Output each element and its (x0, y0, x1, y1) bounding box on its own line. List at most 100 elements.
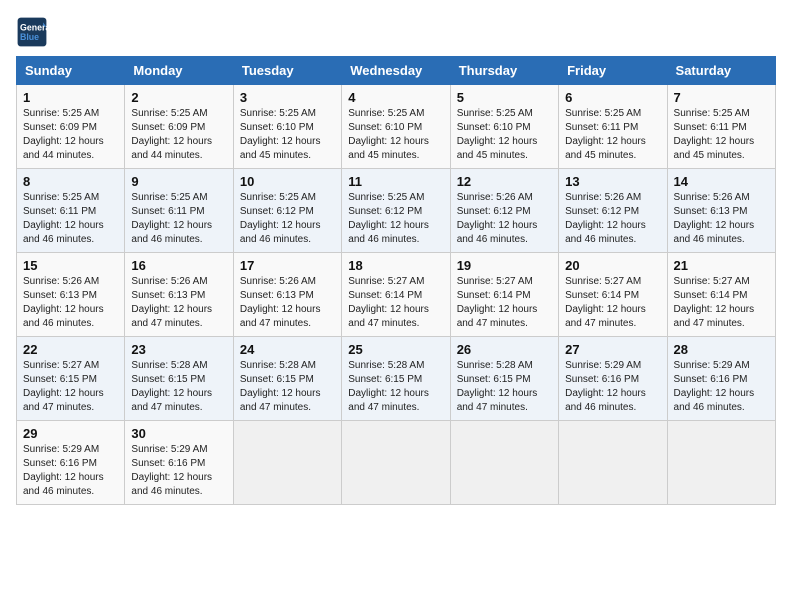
day-number: 10 (240, 174, 335, 189)
calendar-cell: 23 Sunrise: 5:28 AM Sunset: 6:15 PM Dayl… (125, 337, 233, 421)
calendar-cell: 25 Sunrise: 5:28 AM Sunset: 6:15 PM Dayl… (342, 337, 450, 421)
calendar-header: SundayMondayTuesdayWednesdayThursdayFrid… (17, 57, 776, 85)
calendar-cell: 5 Sunrise: 5:25 AM Sunset: 6:10 PM Dayli… (450, 85, 558, 169)
day-info: Sunrise: 5:26 AM Sunset: 6:13 PM Dayligh… (240, 275, 335, 331)
calendar-cell: 14 Sunrise: 5:26 AM Sunset: 6:13 PM Dayl… (667, 169, 775, 253)
calendar-cell: 15 Sunrise: 5:26 AM Sunset: 6:13 PM Dayl… (17, 253, 125, 337)
calendar-week-row: 15 Sunrise: 5:26 AM Sunset: 6:13 PM Dayl… (17, 253, 776, 337)
day-number: 13 (565, 174, 660, 189)
weekday-header: Sunday (17, 57, 125, 85)
calendar-cell: 20 Sunrise: 5:27 AM Sunset: 6:14 PM Dayl… (559, 253, 667, 337)
calendar-cell (342, 421, 450, 505)
calendar-cell: 24 Sunrise: 5:28 AM Sunset: 6:15 PM Dayl… (233, 337, 341, 421)
day-number: 8 (23, 174, 118, 189)
day-info: Sunrise: 5:27 AM Sunset: 6:14 PM Dayligh… (565, 275, 660, 331)
day-number: 7 (674, 90, 769, 105)
day-info: Sunrise: 5:25 AM Sunset: 6:12 PM Dayligh… (240, 191, 335, 247)
day-info: Sunrise: 5:25 AM Sunset: 6:10 PM Dayligh… (240, 107, 335, 163)
weekday-header: Tuesday (233, 57, 341, 85)
calendar-cell: 3 Sunrise: 5:25 AM Sunset: 6:10 PM Dayli… (233, 85, 341, 169)
day-number: 17 (240, 258, 335, 273)
day-number: 22 (23, 342, 118, 357)
weekday-header: Wednesday (342, 57, 450, 85)
day-info: Sunrise: 5:27 AM Sunset: 6:14 PM Dayligh… (674, 275, 769, 331)
calendar-week-row: 8 Sunrise: 5:25 AM Sunset: 6:11 PM Dayli… (17, 169, 776, 253)
day-number: 21 (674, 258, 769, 273)
calendar-cell: 8 Sunrise: 5:25 AM Sunset: 6:11 PM Dayli… (17, 169, 125, 253)
day-number: 12 (457, 174, 552, 189)
calendar-week-row: 1 Sunrise: 5:25 AM Sunset: 6:09 PM Dayli… (17, 85, 776, 169)
svg-text:Blue: Blue (20, 32, 39, 42)
day-number: 14 (674, 174, 769, 189)
day-number: 1 (23, 90, 118, 105)
day-info: Sunrise: 5:25 AM Sunset: 6:10 PM Dayligh… (348, 107, 443, 163)
day-number: 29 (23, 426, 118, 441)
day-number: 20 (565, 258, 660, 273)
calendar-cell: 12 Sunrise: 5:26 AM Sunset: 6:12 PM Dayl… (450, 169, 558, 253)
calendar-cell: 29 Sunrise: 5:29 AM Sunset: 6:16 PM Dayl… (17, 421, 125, 505)
calendar-cell: 18 Sunrise: 5:27 AM Sunset: 6:14 PM Dayl… (342, 253, 450, 337)
day-number: 3 (240, 90, 335, 105)
day-info: Sunrise: 5:25 AM Sunset: 6:12 PM Dayligh… (348, 191, 443, 247)
calendar-cell: 9 Sunrise: 5:25 AM Sunset: 6:11 PM Dayli… (125, 169, 233, 253)
calendar-week-row: 29 Sunrise: 5:29 AM Sunset: 6:16 PM Dayl… (17, 421, 776, 505)
day-info: Sunrise: 5:29 AM Sunset: 6:16 PM Dayligh… (131, 443, 226, 499)
day-info: Sunrise: 5:25 AM Sunset: 6:11 PM Dayligh… (23, 191, 118, 247)
day-number: 18 (348, 258, 443, 273)
weekday-header: Saturday (667, 57, 775, 85)
calendar: SundayMondayTuesdayWednesdayThursdayFrid… (16, 56, 776, 505)
day-number: 9 (131, 174, 226, 189)
logo-icon: General Blue (16, 16, 48, 48)
day-info: Sunrise: 5:28 AM Sunset: 6:15 PM Dayligh… (457, 359, 552, 415)
day-number: 28 (674, 342, 769, 357)
day-info: Sunrise: 5:25 AM Sunset: 6:09 PM Dayligh… (23, 107, 118, 163)
calendar-cell: 28 Sunrise: 5:29 AM Sunset: 6:16 PM Dayl… (667, 337, 775, 421)
calendar-cell (559, 421, 667, 505)
day-number: 5 (457, 90, 552, 105)
day-info: Sunrise: 5:29 AM Sunset: 6:16 PM Dayligh… (565, 359, 660, 415)
day-info: Sunrise: 5:29 AM Sunset: 6:16 PM Dayligh… (674, 359, 769, 415)
day-info: Sunrise: 5:26 AM Sunset: 6:12 PM Dayligh… (565, 191, 660, 247)
day-info: Sunrise: 5:26 AM Sunset: 6:12 PM Dayligh… (457, 191, 552, 247)
logo: General Blue (16, 16, 52, 48)
day-info: Sunrise: 5:25 AM Sunset: 6:11 PM Dayligh… (131, 191, 226, 247)
calendar-cell: 6 Sunrise: 5:25 AM Sunset: 6:11 PM Dayli… (559, 85, 667, 169)
day-number: 11 (348, 174, 443, 189)
calendar-cell: 22 Sunrise: 5:27 AM Sunset: 6:15 PM Dayl… (17, 337, 125, 421)
day-number: 2 (131, 90, 226, 105)
day-info: Sunrise: 5:28 AM Sunset: 6:15 PM Dayligh… (240, 359, 335, 415)
weekday-header: Thursday (450, 57, 558, 85)
calendar-cell: 13 Sunrise: 5:26 AM Sunset: 6:12 PM Dayl… (559, 169, 667, 253)
day-number: 19 (457, 258, 552, 273)
calendar-cell (233, 421, 341, 505)
day-info: Sunrise: 5:26 AM Sunset: 6:13 PM Dayligh… (23, 275, 118, 331)
day-number: 4 (348, 90, 443, 105)
calendar-cell: 7 Sunrise: 5:25 AM Sunset: 6:11 PM Dayli… (667, 85, 775, 169)
calendar-cell: 19 Sunrise: 5:27 AM Sunset: 6:14 PM Dayl… (450, 253, 558, 337)
day-number: 30 (131, 426, 226, 441)
day-number: 23 (131, 342, 226, 357)
calendar-cell: 4 Sunrise: 5:25 AM Sunset: 6:10 PM Dayli… (342, 85, 450, 169)
calendar-cell: 26 Sunrise: 5:28 AM Sunset: 6:15 PM Dayl… (450, 337, 558, 421)
calendar-cell: 27 Sunrise: 5:29 AM Sunset: 6:16 PM Dayl… (559, 337, 667, 421)
calendar-cell (450, 421, 558, 505)
day-info: Sunrise: 5:25 AM Sunset: 6:09 PM Dayligh… (131, 107, 226, 163)
day-info: Sunrise: 5:26 AM Sunset: 6:13 PM Dayligh… (131, 275, 226, 331)
day-number: 26 (457, 342, 552, 357)
calendar-cell: 11 Sunrise: 5:25 AM Sunset: 6:12 PM Dayl… (342, 169, 450, 253)
day-info: Sunrise: 5:28 AM Sunset: 6:15 PM Dayligh… (131, 359, 226, 415)
calendar-cell: 1 Sunrise: 5:25 AM Sunset: 6:09 PM Dayli… (17, 85, 125, 169)
calendar-week-row: 22 Sunrise: 5:27 AM Sunset: 6:15 PM Dayl… (17, 337, 776, 421)
day-number: 15 (23, 258, 118, 273)
day-info: Sunrise: 5:26 AM Sunset: 6:13 PM Dayligh… (674, 191, 769, 247)
day-info: Sunrise: 5:29 AM Sunset: 6:16 PM Dayligh… (23, 443, 118, 499)
day-info: Sunrise: 5:27 AM Sunset: 6:14 PM Dayligh… (457, 275, 552, 331)
calendar-cell: 17 Sunrise: 5:26 AM Sunset: 6:13 PM Dayl… (233, 253, 341, 337)
calendar-cell: 2 Sunrise: 5:25 AM Sunset: 6:09 PM Dayli… (125, 85, 233, 169)
calendar-cell: 10 Sunrise: 5:25 AM Sunset: 6:12 PM Dayl… (233, 169, 341, 253)
day-number: 16 (131, 258, 226, 273)
weekday-header: Monday (125, 57, 233, 85)
weekday-header: Friday (559, 57, 667, 85)
day-number: 6 (565, 90, 660, 105)
day-number: 24 (240, 342, 335, 357)
